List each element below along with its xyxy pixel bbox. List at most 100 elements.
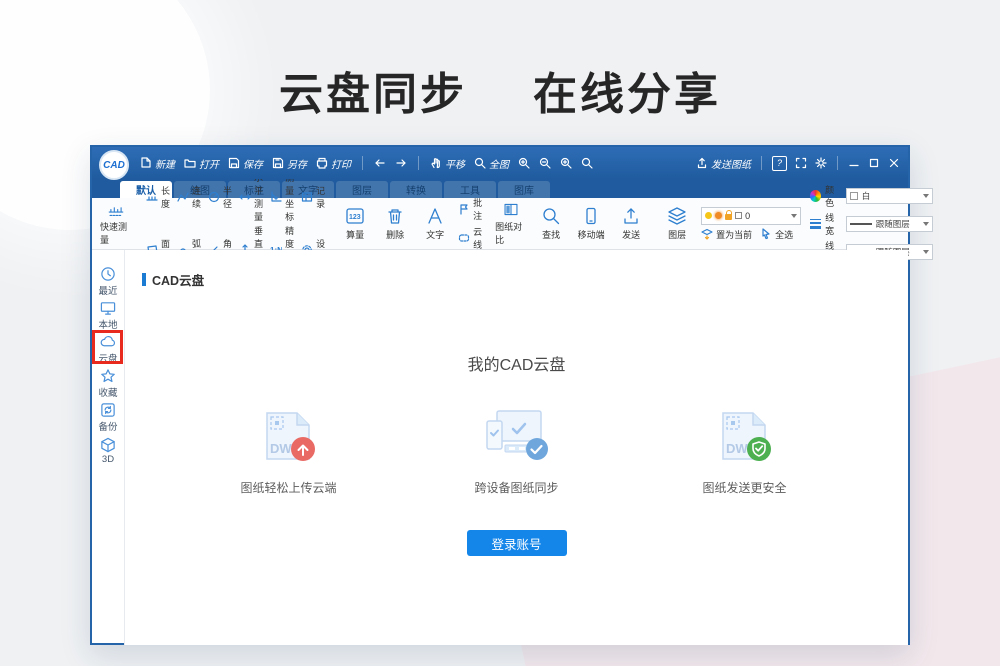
continuous-icon [177,191,189,203]
zoom-previous-button[interactable] [581,157,593,169]
print-button[interactable]: 打印 [316,156,351,171]
settings-button[interactable] [815,157,827,169]
layers-button[interactable]: 图层 [657,206,697,241]
feature-sync: 跨设备图纸同步 [442,405,592,496]
zoom-in-icon [560,157,572,169]
pan-button[interactable]: 平移 [430,156,465,171]
zoom-in-button[interactable] [560,157,572,169]
text-button[interactable]: 文字 [415,201,455,246]
compare-icon [501,201,521,218]
annotate-button[interactable]: 批注 [458,196,482,222]
send-share-icon [621,206,641,226]
window-body: 最近 本地 云盘 收藏 备份 3D [92,250,908,645]
revision-cloud-button[interactable]: 云线 [458,225,482,251]
zoom-out-icon [539,157,551,169]
highlight-box [92,330,123,364]
undo-button[interactable] [374,157,386,169]
mobile-button[interactable]: 移动端 [571,201,611,246]
layer-freeze-sun-icon [715,212,722,219]
zoom-extents-label: 全图 [489,156,509,171]
fullscreen-button[interactable] [795,157,807,169]
pan-label: 平移 [445,156,465,171]
feature-label: 图纸轻松上传云端 [240,479,336,496]
left-sidebar: 最近 本地 云盘 收藏 备份 3D [92,250,125,645]
layers-icon [667,206,687,226]
send-button[interactable]: 发送 [611,201,651,246]
open-button[interactable]: 打开 [184,156,219,171]
print-icon [316,157,328,169]
save-as-icon [272,157,284,169]
new-file-icon [140,157,152,169]
record-table-icon [301,191,313,203]
cloud-title: 我的CAD云盘 [468,351,566,375]
select-all-button[interactable]: 全选 [760,228,793,241]
sidebar-item-local[interactable]: 本地 [92,298,124,332]
feature-secure: DWG 图纸发送更安全 [670,405,820,496]
print-label: 打印 [331,156,351,171]
minimize-icon [848,157,860,169]
minimize-button[interactable] [848,157,860,169]
annotate-flag-icon [458,203,470,215]
lineweight-select[interactable]: 跟随图层 [846,216,933,232]
layer-group: 图层 0 置为当前 [657,201,801,246]
quantity-button[interactable]: 123 算量 [335,201,375,246]
sidebar-item-favorites[interactable]: 收藏 [92,366,124,400]
close-button[interactable] [888,157,900,169]
star-icon [100,368,116,384]
redo-button[interactable] [395,157,407,169]
hand-icon [430,157,442,169]
find-button[interactable]: 查找 [531,201,571,246]
zoom-window-button[interactable] [518,157,530,169]
login-button[interactable]: 登录账号 [467,530,567,556]
layer-select[interactable]: 0 [701,207,801,225]
trash-icon [385,206,405,226]
gear-icon [815,157,827,169]
divider [362,156,363,170]
save-button[interactable]: 保存 [228,156,263,171]
sidebar-item-recent[interactable]: 最近 [92,264,124,298]
line-sample [850,223,872,225]
quick-measure-button[interactable]: 快速测量 [96,201,136,246]
sidebar-item-3d[interactable]: 3D [92,434,124,468]
maximize-button[interactable] [868,157,880,169]
send-drawing-button[interactable]: 发送图纸 [696,156,751,171]
zoom-out-button[interactable] [539,157,551,169]
color-select[interactable]: 白 [846,188,933,204]
color-label: 颜色 [825,183,842,209]
zoom-extents-button[interactable]: 全图 [474,156,509,171]
length-icon [146,191,158,203]
section-header: CAD云盘 [125,250,908,289]
ribbon-toolbar: 快速测量 长度 面积 连续 弧长 半径 角度 水平测量 垂直测量 测量坐标 1:… [92,198,908,250]
phone-icon [581,206,601,226]
revision-cloud-icon [458,232,470,244]
dwg-secure-illustration: DWG [707,405,783,467]
delete-button[interactable]: 删除 [375,201,415,246]
send-drawing-label: 发送图纸 [711,156,751,171]
tab-convert[interactable]: 转换 [390,181,442,198]
drawing-compare-button[interactable]: 图纸对比 [491,201,531,246]
tab-library[interactable]: 图库 [498,181,550,198]
lineweight-icon [810,219,821,229]
divider [761,156,762,170]
title-bar: CAD 新建 打开 保存 另存 打印 [92,147,908,179]
layer-name: 0 [745,211,750,221]
monitor-icon [100,300,116,316]
feature-upload: DWG 图纸轻松上传云端 [214,405,364,496]
layer-on-bulb-icon [705,212,712,219]
sidebar-item-backup[interactable]: 备份 [92,400,124,434]
back-arrow-icon [374,157,386,169]
set-current-layer-icon [701,228,713,240]
new-button[interactable]: 新建 [140,156,175,171]
clock-icon [100,266,116,282]
maximize-icon [868,157,880,169]
zoom-window-icon [518,157,530,169]
titlebar-right-controls: 发送图纸 ? [696,156,900,171]
set-current-layer-button[interactable]: 置为当前 [701,228,752,241]
tab-layer[interactable]: 图层 [336,181,388,198]
save-as-button[interactable]: 另存 [272,156,307,171]
find-magnifier-icon [541,206,561,226]
main-content: CAD云盘 我的CAD云盘 DWG [125,250,908,645]
help-button[interactable]: ? [772,156,787,171]
quantity-123-icon: 123 [345,206,365,226]
cube-icon [100,437,116,453]
